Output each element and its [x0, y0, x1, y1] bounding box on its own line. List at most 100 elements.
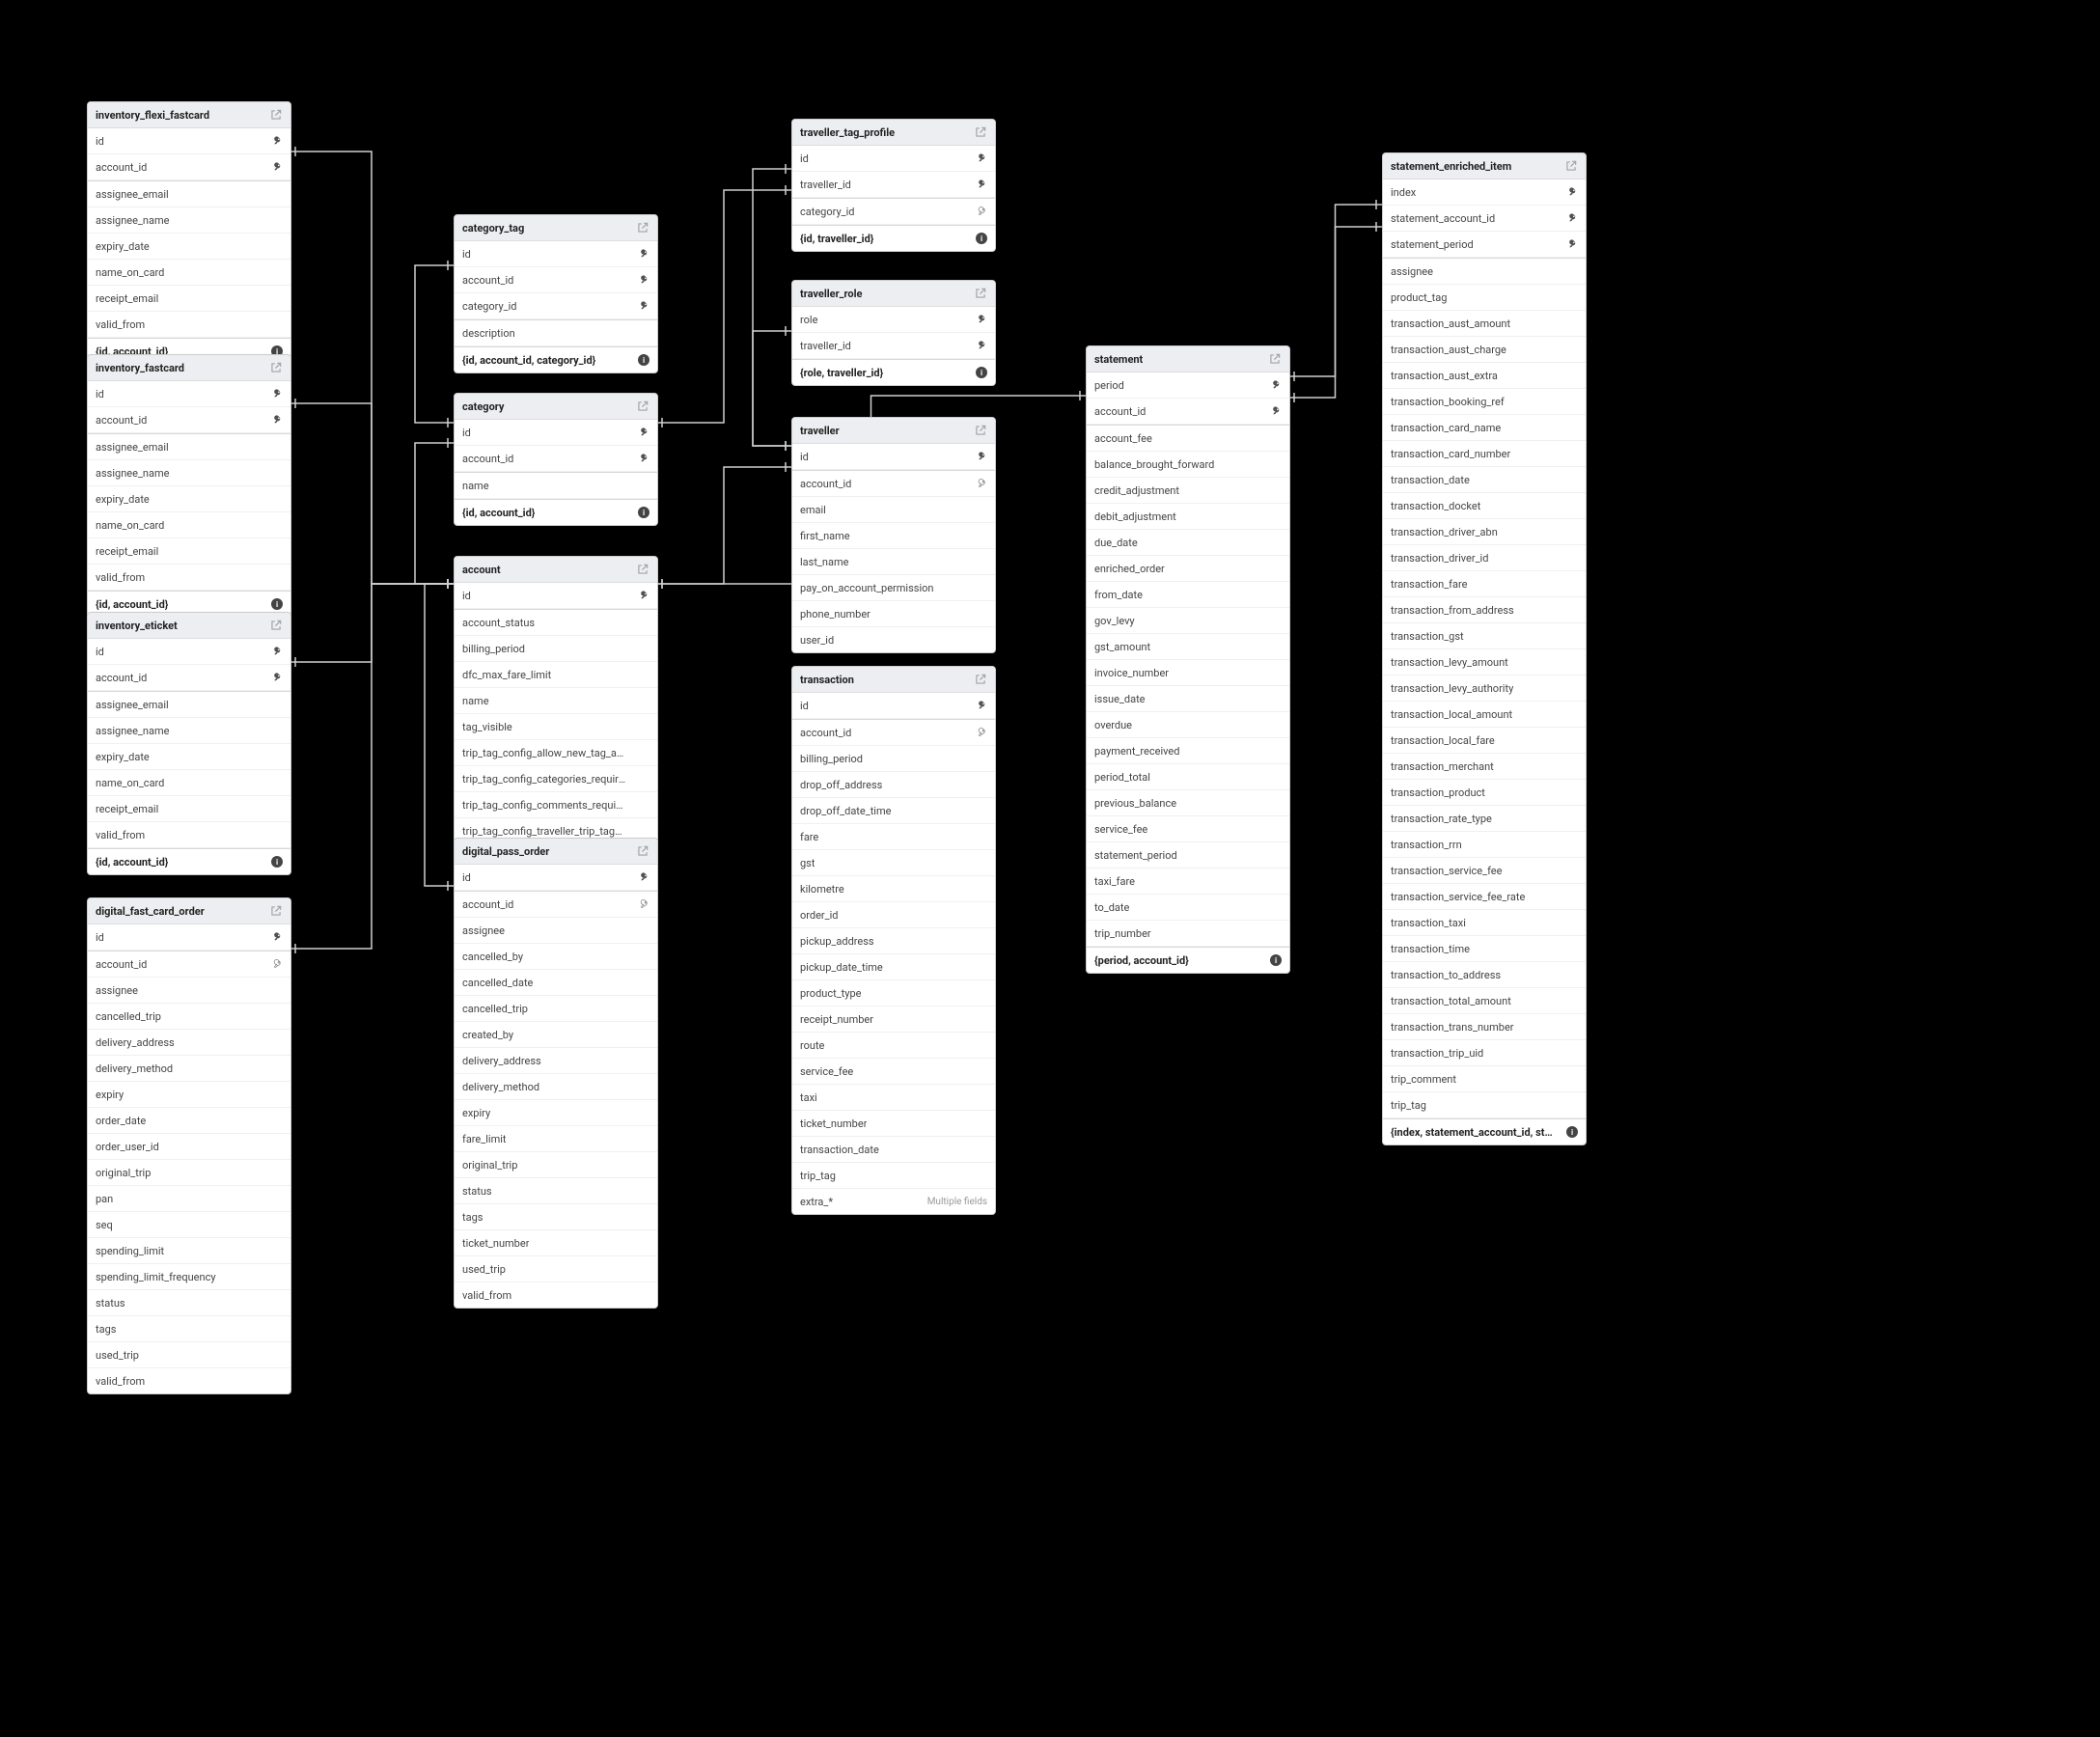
field-valid_from: valid_from — [88, 565, 290, 591]
open-icon[interactable] — [1564, 159, 1578, 173]
table-header[interactable]: inventory_flexi_fastcard — [88, 102, 290, 128]
open-icon[interactable] — [974, 673, 987, 686]
field-gov_levy: gov_levy — [1087, 608, 1289, 634]
composite-key: {period, account_id} i — [1087, 948, 1289, 973]
open-icon[interactable] — [636, 844, 649, 858]
field-name_on_card: name_on_card — [88, 770, 290, 796]
field-last_name: last_name — [792, 549, 995, 575]
field-account_id: account_id — [88, 951, 290, 978]
open-icon[interactable] — [269, 619, 283, 632]
open-icon[interactable] — [974, 287, 987, 300]
open-icon[interactable] — [636, 563, 649, 576]
field-cancelled_date: cancelled_date — [455, 970, 657, 996]
field-previous_balance: previous_balance — [1087, 790, 1289, 816]
table-traveller[interactable]: traveller id account_id email first_name… — [791, 417, 996, 653]
field-transaction_levy_authority: transaction_levy_authority — [1383, 676, 1586, 702]
table-header[interactable]: traveller_tag_profile — [792, 120, 995, 146]
field-pay_on_account_permission: pay_on_account_permission — [792, 575, 995, 601]
field-product_tag: product_tag — [1383, 285, 1586, 311]
field-assignee: assignee — [88, 978, 290, 1004]
field-id: id — [88, 128, 290, 154]
field-delivery_method: delivery_method — [455, 1074, 657, 1100]
field-account_id: account_id — [455, 267, 657, 293]
field-trip_number: trip_number — [1087, 921, 1289, 947]
table-header[interactable]: category — [455, 394, 657, 420]
field-original_trip: original_trip — [88, 1160, 290, 1186]
table-inventory_eticket[interactable]: inventory_eticket id account_id assignee… — [87, 612, 291, 875]
field-transaction_card_number: transaction_card_number — [1383, 441, 1586, 467]
field-transaction_fare: transaction_fare — [1383, 571, 1586, 597]
table-traveller_role[interactable]: traveller_role role traveller_id {role, … — [791, 280, 996, 386]
field-assignee_name: assignee_name — [88, 207, 290, 234]
field-route: route — [792, 1033, 995, 1059]
field-account_fee: account_fee — [1087, 426, 1289, 452]
table-header[interactable]: traveller_role — [792, 281, 995, 307]
field-transaction_aust_amount: transaction_aust_amount — [1383, 311, 1586, 337]
field-transaction_aust_charge: transaction_aust_charge — [1383, 337, 1586, 363]
table-header[interactable]: inventory_eticket — [88, 613, 290, 639]
field-tags: tags — [455, 1204, 657, 1230]
table-category_tag[interactable]: category_tag id account_id category_id d… — [454, 214, 658, 373]
edge — [656, 467, 791, 584]
field-created_by: created_by — [455, 1022, 657, 1048]
field-id: id — [792, 146, 995, 172]
erd-canvas: inventory_flexi_fastcard id account_id a… — [0, 0, 2100, 1737]
info-icon: i — [638, 354, 649, 366]
open-icon[interactable] — [974, 125, 987, 139]
field-transaction_service_fee: transaction_service_fee — [1383, 858, 1586, 884]
field-receipt_email: receipt_email — [88, 796, 290, 822]
table-header[interactable]: account — [455, 557, 657, 583]
field-account_id: account_id — [792, 471, 995, 497]
field-transaction_docket: transaction_docket — [1383, 493, 1586, 519]
field-phone_number: phone_number — [792, 601, 995, 627]
table-transaction[interactable]: transaction id account_id billing_period… — [791, 666, 996, 1215]
table-header[interactable]: digital_fast_card_order — [88, 898, 290, 924]
table-statement[interactable]: statement period account_id account_fee … — [1086, 345, 1290, 974]
table-header[interactable]: inventory_fastcard — [88, 355, 290, 381]
open-icon[interactable] — [636, 221, 649, 234]
info-icon: i — [271, 598, 283, 610]
field-assignee_email: assignee_email — [88, 434, 290, 460]
field-overdue: overdue — [1087, 712, 1289, 738]
table-header[interactable]: transaction — [792, 667, 995, 693]
open-icon[interactable] — [269, 361, 283, 374]
table-header[interactable]: statement_enriched_item — [1383, 153, 1586, 179]
open-icon[interactable] — [974, 424, 987, 437]
field-transaction_driver_id: transaction_driver_id — [1383, 545, 1586, 571]
field-assignee_email: assignee_email — [88, 692, 290, 718]
field-ticket_number: ticket_number — [792, 1111, 995, 1137]
field-assignee: assignee — [455, 918, 657, 944]
table-header[interactable]: statement — [1087, 346, 1289, 372]
open-icon[interactable] — [1268, 352, 1282, 366]
field-status: status — [455, 1178, 657, 1204]
field-seq: seq — [88, 1212, 290, 1238]
field-taxi_fare: taxi_fare — [1087, 868, 1289, 895]
table-digital_pass_order[interactable]: digital_pass_order id account_id assigne… — [454, 838, 658, 1309]
open-icon[interactable] — [269, 904, 283, 918]
edge — [415, 443, 454, 584]
field-delivery_method: delivery_method — [88, 1056, 290, 1082]
field-name_on_card: name_on_card — [88, 260, 290, 286]
table-statement_enriched_item[interactable]: statement_enriched_item index statement_… — [1382, 152, 1587, 1145]
field-expiry_date: expiry_date — [88, 234, 290, 260]
table-header[interactable]: digital_pass_order — [455, 839, 657, 865]
table-traveller_tag_profile[interactable]: traveller_tag_profile id traveller_id ca… — [791, 119, 996, 252]
composite-key: {id, account_id} i — [88, 849, 290, 874]
field-to_date: to_date — [1087, 895, 1289, 921]
table-inventory_fastcard[interactable]: inventory_fastcard id account_id assigne… — [87, 354, 291, 618]
table-header[interactable]: category_tag — [455, 215, 657, 241]
table-digital_fast_card_order[interactable]: digital_fast_card_order id account_id as… — [87, 897, 291, 1394]
open-icon[interactable] — [636, 400, 649, 413]
table-account[interactable]: account id account_status billing_period… — [454, 556, 658, 844]
field-category_id: category_id — [792, 199, 995, 225]
field-pickup_date_time: pickup_date_time — [792, 954, 995, 980]
field-assignee: assignee — [1383, 259, 1586, 285]
field-account_id: account_id — [792, 720, 995, 746]
edge — [1288, 227, 1382, 398]
table-header[interactable]: traveller — [792, 418, 995, 444]
field-cancelled_trip: cancelled_trip — [455, 996, 657, 1022]
table-category[interactable]: category id account_id name {id, account… — [454, 393, 658, 526]
field-email: email — [792, 497, 995, 523]
table-inventory_flexi_fastcard[interactable]: inventory_flexi_fastcard id account_id a… — [87, 101, 291, 365]
open-icon[interactable] — [269, 108, 283, 122]
